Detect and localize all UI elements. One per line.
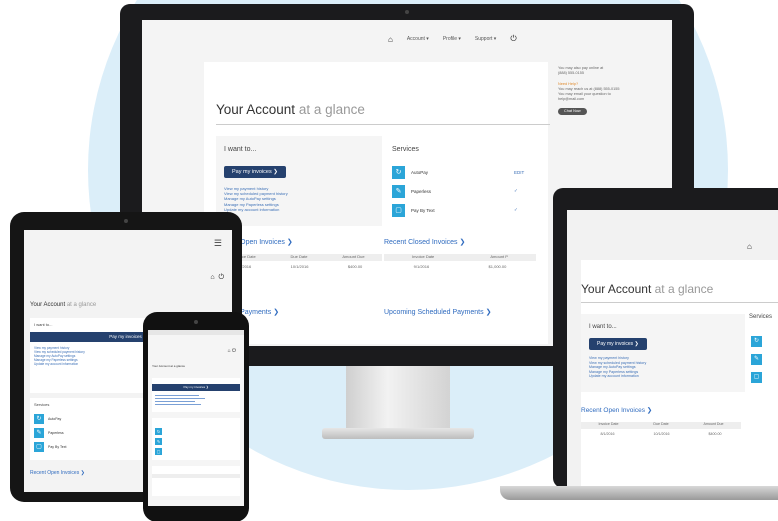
laptop-quick-links: View my payment history View my schedule… — [589, 356, 646, 379]
quick-links: View my payment history View my schedule… — [224, 186, 288, 212]
services-heading: Services — [392, 146, 419, 153]
paybytext-icon: ▢ — [34, 442, 44, 452]
paperless-check: ✓ — [514, 188, 518, 193]
phone-link-line — [155, 395, 199, 396]
power-icon[interactable]: ⏻ — [232, 348, 236, 354]
phone-i-want-panel: Pay my invoices ❯ — [152, 378, 240, 412]
autopay-icon: ↻ — [34, 414, 44, 424]
i-want-to-panel: I want to... Pay my invoices ❯ View my p… — [216, 136, 382, 226]
pay-invoices-button[interactable]: Pay my invoices ❯ — [224, 166, 286, 178]
menu-icon[interactable]: ☰ — [214, 238, 222, 249]
table-row[interactable]: 9/1/2016 $1,000.00 — [384, 264, 536, 269]
laptop-page-title: Your Account at a glance — [581, 282, 714, 296]
home-icon[interactable]: ⌂ — [210, 274, 214, 281]
i-want-heading: I want to... — [224, 146, 257, 153]
tablet-page-title: Your Account at a glance — [30, 302, 97, 308]
laptop-recent-open-link[interactable]: Recent Open Invoices ❯ — [581, 406, 652, 414]
phone-invoices-panel — [152, 466, 240, 496]
phone-services-panel: ↻ ✎ ▢ — [152, 418, 240, 460]
tablet-nav-icons: ⌂ ⏻ — [210, 274, 224, 282]
tablet-services-heading: Services — [34, 402, 50, 407]
phone-pay-invoices-button[interactable]: Pay my invoices ❯ — [152, 384, 240, 391]
phone-table-header — [152, 474, 240, 478]
laptop-open-invoices-table: Invoice Date Due Date Amount Due 8/1/201… — [581, 422, 741, 436]
laptop-pay-invoices-button[interactable]: Pay my invoices ❯ — [589, 338, 647, 350]
tablet-recent-open-link[interactable]: Recent Open Invoices ❯ — [30, 470, 85, 476]
phone-screen: ⌂ ⏻ Your Account at a glance Pay my invo… — [148, 330, 244, 506]
tablet-service-autopay: ↻ AutoPay — [34, 414, 61, 424]
autopay-edit-link[interactable]: EDIT — [514, 170, 524, 175]
autopay-icon: ↻ — [155, 428, 162, 435]
closed-invoices-table: Invoice Date Amount P 9/1/2016 $1,000.00 — [384, 254, 536, 269]
tablet-camera — [124, 219, 128, 223]
home-icon[interactable]: ⌂ — [747, 242, 752, 251]
laptop-screen: ⌂ Your Account at a glance I want to... … — [567, 210, 778, 488]
page-title: Your Account at a glance — [216, 102, 365, 117]
chat-now-button[interactable]: Chat Now — [558, 108, 587, 115]
laptop-link-update-info[interactable]: Update my account information — [589, 374, 646, 379]
monitor-stand-neck — [346, 366, 450, 430]
paperless-icon: ✎ — [34, 428, 44, 438]
service-paperless: ✎ Paperless — [392, 185, 431, 198]
power-icon[interactable]: ⏻ — [218, 274, 224, 281]
paperless-icon: ✎ — [751, 354, 762, 365]
paybytext-icon: ▢ — [751, 372, 762, 383]
table-row[interactable]: 8/1/2016 10/1/2016 $400.00 — [581, 432, 741, 436]
recent-closed-invoices-link[interactable]: Recent Closed Invoices ❯ — [384, 238, 465, 246]
home-icon[interactable]: ⌂ — [388, 35, 393, 44]
scheduled-payments-link[interactable]: Upcoming Scheduled Payments ❯ — [384, 308, 491, 316]
paybytext-icon: ▢ — [155, 448, 162, 455]
tablet-quick-links: View my payment history View my schedule… — [34, 346, 85, 366]
closed-col-date: Invoice Date — [412, 254, 435, 259]
autopay-icon: ↻ — [751, 336, 762, 347]
phone-page-title: Your Account at a glance — [152, 364, 186, 368]
laptop-base — [500, 486, 778, 500]
nav-support[interactable]: Support ▾ — [475, 36, 496, 42]
top-nav: ⌂ Account ▾ Profile ▾ Support ▾ ⏻ — [388, 34, 517, 44]
help-sidebar: You may also pay online at (888) 555-015… — [558, 66, 658, 115]
smartphone: ⌂ ⏻ Your Account at a glance Pay my invo… — [143, 312, 249, 521]
paybytext-check: ✓ — [514, 207, 518, 212]
laptop-title-divider — [581, 302, 778, 303]
link-update-info[interactable]: Update my account information — [224, 207, 288, 212]
closed-col-amount: Amount P — [490, 254, 508, 259]
laptop: ⌂ Your Account at a glance I want to... … — [553, 188, 778, 488]
home-icon[interactable]: ⌂ — [228, 348, 231, 354]
nav-account[interactable]: Account ▾ — [407, 36, 429, 42]
laptop-i-want-heading: I want to... — [589, 324, 617, 330]
monitor-stand-foot — [322, 428, 474, 439]
phone-status-bar — [148, 330, 244, 335]
laptop-i-want-panel: I want to... Pay my invoices ❯ View my p… — [581, 314, 745, 392]
open-col-amount: Amount Due — [342, 254, 365, 259]
phone-camera — [194, 320, 198, 324]
autopay-icon: ↻ — [392, 166, 405, 179]
tablet-i-want-heading: I want to... — [34, 322, 53, 327]
phone-link-line — [155, 398, 205, 399]
service-paybytext: ▢ Pay By Text — [392, 204, 435, 217]
power-icon[interactable]: ⏻ — [510, 34, 516, 44]
tablet-service-paperless: ✎ Paperless — [34, 428, 64, 438]
paybytext-icon: ▢ — [392, 204, 405, 217]
tablet-link-update-info[interactable]: Update my account information — [34, 362, 85, 366]
nav-profile[interactable]: Profile ▾ — [443, 36, 461, 42]
open-col-due: Due Date — [290, 254, 308, 259]
phone-nav-icons: ⌂ ⏻ — [228, 348, 236, 354]
services-panel: Services ↻ AutoPay EDIT ✎ Paperless ✓ ▢ … — [384, 136, 544, 226]
account-card: Your Account at a glance I want to... Pa… — [204, 62, 550, 344]
phone-link-line — [155, 404, 201, 405]
phone-link-line — [155, 401, 195, 402]
laptop-account-card: Your Account at a glance I want to... Pa… — [581, 260, 778, 488]
paperless-icon: ✎ — [392, 185, 405, 198]
paperless-icon: ✎ — [155, 438, 162, 445]
monitor-camera — [405, 10, 409, 14]
laptop-services-heading: Services — [749, 314, 773, 320]
service-autopay: ↻ AutoPay — [392, 166, 428, 179]
tablet-service-paybytext: ▢ Pay By Text — [34, 442, 66, 452]
title-divider — [216, 124, 550, 125]
